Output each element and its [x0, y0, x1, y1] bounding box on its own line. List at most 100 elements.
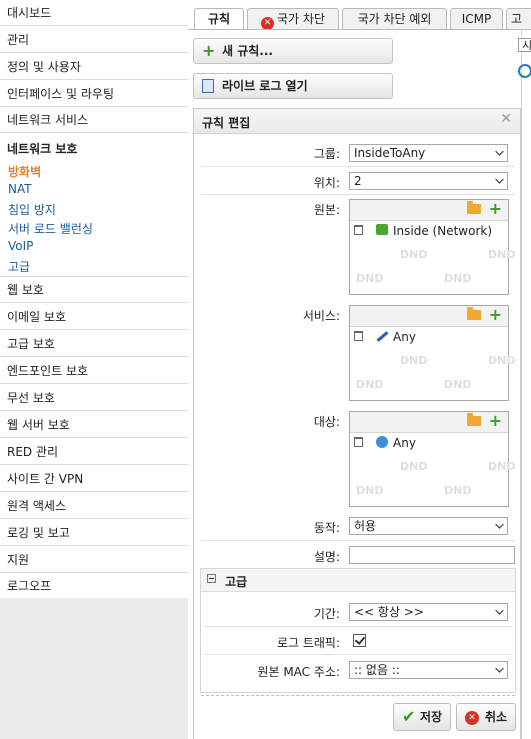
log-icon	[202, 79, 214, 93]
edit-rule-panel: 규칙 편집 ✕ 그룹: InsideToAny 위치: 2 원본: + Insi…	[193, 108, 521, 739]
action-select[interactable]: 허용	[349, 517, 508, 535]
nav-sub-voip[interactable]: VoIP	[8, 239, 33, 253]
folder-icon[interactable]	[467, 201, 481, 214]
nav-dashboard[interactable]: 대시보드	[0, 0, 188, 26]
close-icon[interactable]: ✕	[500, 111, 512, 127]
action-value: 허용	[354, 519, 377, 533]
tab-country-blocking-exceptions[interactable]: 국가 차단 예외	[342, 8, 447, 29]
folder-icon[interactable]	[467, 307, 481, 320]
chevron-down-icon	[495, 520, 504, 529]
service-box[interactable]: + Any DND DND DND DND	[349, 305, 515, 401]
nav-logging-reporting[interactable]: 로깅 및 보고	[0, 520, 188, 546]
nav-logoff[interactable]: 로그오프	[0, 573, 188, 599]
action-label: 동작:	[313, 521, 340, 535]
group-label: 그룹:	[313, 147, 340, 161]
collapse-icon[interactable]	[207, 574, 216, 583]
divider	[201, 194, 515, 195]
cancel-button[interactable]: ✕ 취소	[456, 703, 516, 731]
search-icon[interactable]	[518, 64, 531, 78]
trash-icon[interactable]	[354, 331, 363, 341]
divider	[204, 654, 512, 655]
nav-endpoint-protection[interactable]: 엔드포인트 보호	[0, 358, 188, 384]
tab-rules[interactable]: 규칙	[194, 8, 244, 30]
tab-country-blocking-label: 국가 차단	[277, 12, 325, 26]
panel-title: 규칙 편집	[202, 116, 251, 130]
dnd-watermark: DND	[488, 354, 516, 367]
nav-sub-ips[interactable]: 침입 방지	[8, 201, 56, 218]
cancel-icon: ✕	[465, 711, 479, 725]
group-select[interactable]: InsideToAny	[349, 144, 508, 162]
dnd-watermark: DND	[444, 378, 472, 391]
plus-icon[interactable]: +	[489, 307, 502, 323]
dnd-watermark: DND	[400, 248, 428, 261]
nav-remote-access[interactable]: 원격 액세스	[0, 493, 188, 519]
log-traffic-label: 로그 트래픽:	[276, 636, 340, 650]
cancel-label: 취소	[485, 710, 508, 724]
time-select[interactable]: << 항상 >>	[349, 603, 508, 621]
right-column: 시	[518, 30, 531, 739]
source-label: 원본:	[313, 203, 340, 217]
chevron-down-icon	[495, 606, 504, 615]
advanced-title: 고급	[225, 575, 248, 589]
plus-icon[interactable]: +	[489, 201, 502, 217]
nav-wireless-protection[interactable]: 무선 보호	[0, 385, 188, 411]
dnd-watermark: DND	[356, 378, 384, 391]
source-mac-select[interactable]: :: 없음 ::	[349, 661, 508, 679]
position-label: 위치:	[313, 176, 340, 190]
destination-box[interactable]: + Any DND DND DND DND	[349, 411, 515, 507]
nav-sub-load-balancing[interactable]: 서버 로드 밸런싱	[8, 220, 93, 237]
nav-sub-advanced[interactable]: 고급	[8, 258, 30, 275]
log-traffic-checkbox[interactable]	[353, 634, 366, 647]
time-label: 기간:	[313, 607, 340, 621]
position-select[interactable]: 2	[349, 172, 508, 190]
source-mac-label: 원본 MAC 주소:	[257, 665, 340, 679]
right-search-field[interactable]: 시	[518, 38, 531, 52]
nav-support[interactable]: 지원	[0, 547, 188, 573]
nav-site-to-site-vpn[interactable]: 사이트 간 VPN	[0, 466, 188, 492]
destination-entry[interactable]: Any	[350, 433, 508, 453]
service-entry[interactable]: Any	[350, 327, 508, 347]
description-label: 설명:	[313, 550, 340, 564]
nav-web-protection[interactable]: 웹 보호	[0, 277, 188, 303]
nav-management[interactable]: 관리	[0, 27, 188, 53]
tab-country-blocking[interactable]: ✕ 국가 차단	[247, 8, 339, 30]
tab-more[interactable]: 고	[506, 8, 531, 29]
nav-webserver-protection[interactable]: 웹 서버 보호	[0, 412, 188, 438]
nav-interfaces-routing[interactable]: 인터페이스 및 라우팅	[0, 81, 188, 107]
dnd-watermark: DND	[444, 272, 472, 285]
sidebar: 대시보드 관리 정의 및 사용자 인터페이스 및 라우팅 네트워크 서비스 네트…	[0, 0, 188, 739]
chevron-down-icon	[495, 175, 504, 184]
dnd-watermark: DND	[488, 460, 516, 473]
advanced-header[interactable]: 고급	[201, 569, 515, 592]
nav-sub-nat[interactable]: NAT	[8, 182, 32, 196]
tab-icmp[interactable]: ICMP	[450, 8, 503, 29]
trash-icon[interactable]	[354, 437, 363, 447]
group-value: InsideToAny	[354, 146, 426, 160]
open-live-log-button[interactable]: 라이브 로그 열기	[193, 73, 393, 99]
new-rule-button[interactable]: + 새 규칙...	[193, 38, 393, 64]
source-box[interactable]: + Inside (Network) DND DND DND DND	[349, 199, 515, 295]
nav-red-management[interactable]: RED 관리	[0, 439, 188, 465]
nav-sub-firewall[interactable]: 방화벽	[8, 163, 41, 180]
new-rule-label: 새 규칙...	[222, 44, 273, 58]
folder-icon[interactable]	[467, 413, 481, 426]
description-input[interactable]	[349, 546, 515, 564]
source-toolbar: +	[350, 200, 508, 221]
service-icon	[376, 331, 389, 342]
trash-icon[interactable]	[354, 225, 363, 235]
dnd-watermark: DND	[400, 460, 428, 473]
nav-email-protection[interactable]: 이메일 보호	[0, 304, 188, 330]
nav-network-services[interactable]: 네트워크 서비스	[0, 107, 188, 133]
divider	[201, 166, 515, 167]
position-value: 2	[354, 174, 362, 188]
save-button[interactable]: ✔ 저장	[393, 703, 451, 731]
destination-toolbar: +	[350, 412, 508, 433]
nav-definitions-users[interactable]: 정의 및 사용자	[0, 54, 188, 80]
plus-icon[interactable]: +	[489, 413, 502, 429]
nav-advanced-protection[interactable]: 고급 보호	[0, 331, 188, 357]
chevron-down-icon	[495, 664, 504, 673]
source-entry[interactable]: Inside (Network)	[350, 221, 508, 241]
open-live-log-label: 라이브 로그 열기	[222, 79, 308, 93]
nav-section-title[interactable]: 네트워크 보호	[7, 140, 77, 157]
chevron-down-icon	[495, 147, 504, 156]
